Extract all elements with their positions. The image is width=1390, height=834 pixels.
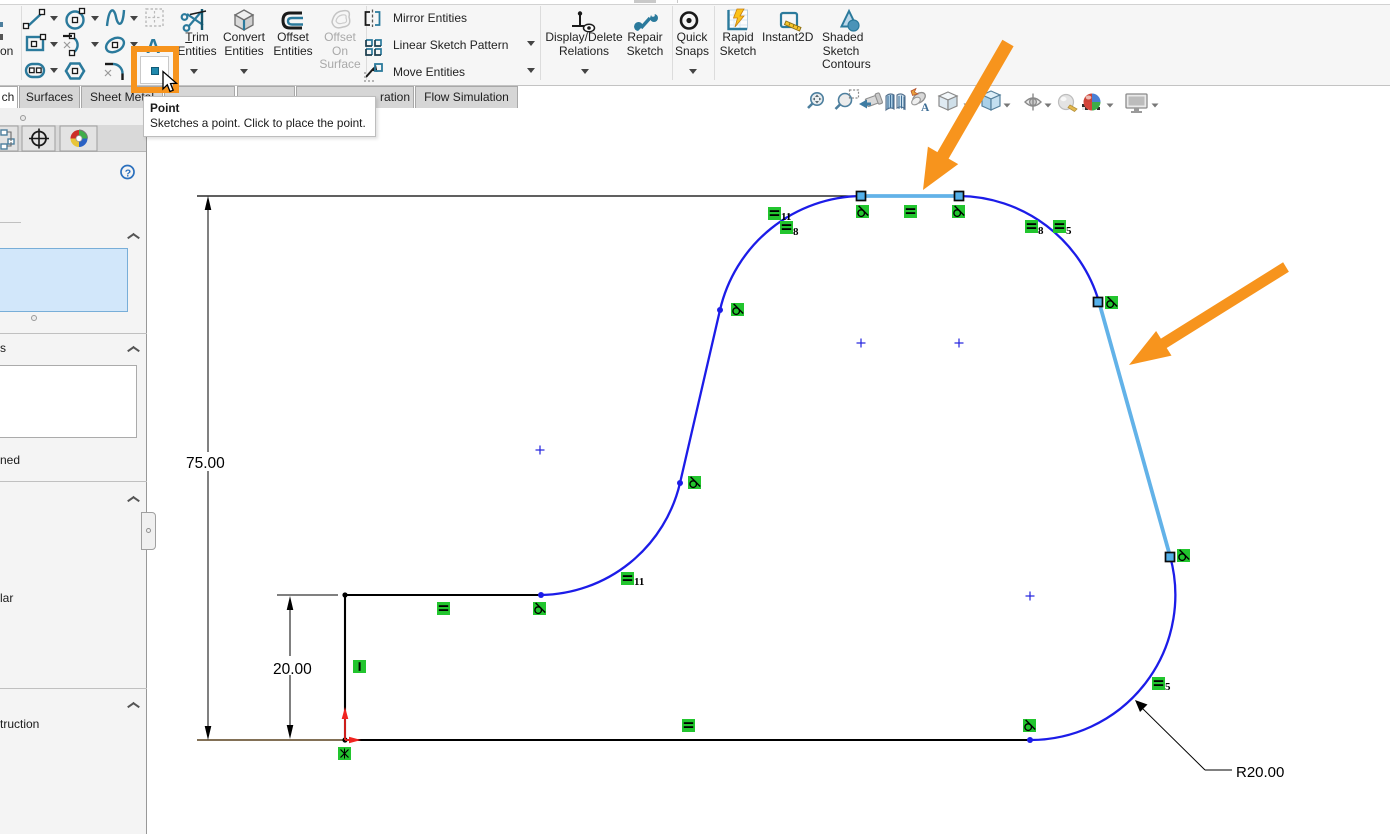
svg-text:11: 11: [781, 211, 791, 223]
svg-text:8: 8: [793, 226, 799, 238]
svg-text:75.00: 75.00: [186, 455, 225, 472]
svg-text:R20.00: R20.00: [1236, 764, 1284, 781]
svg-text:8: 8: [1038, 225, 1044, 237]
svg-text:5: 5: [1165, 681, 1171, 693]
svg-text:11: 11: [634, 576, 644, 588]
svg-text:20.00: 20.00: [273, 661, 312, 678]
svg-text:5: 5: [1066, 225, 1072, 237]
